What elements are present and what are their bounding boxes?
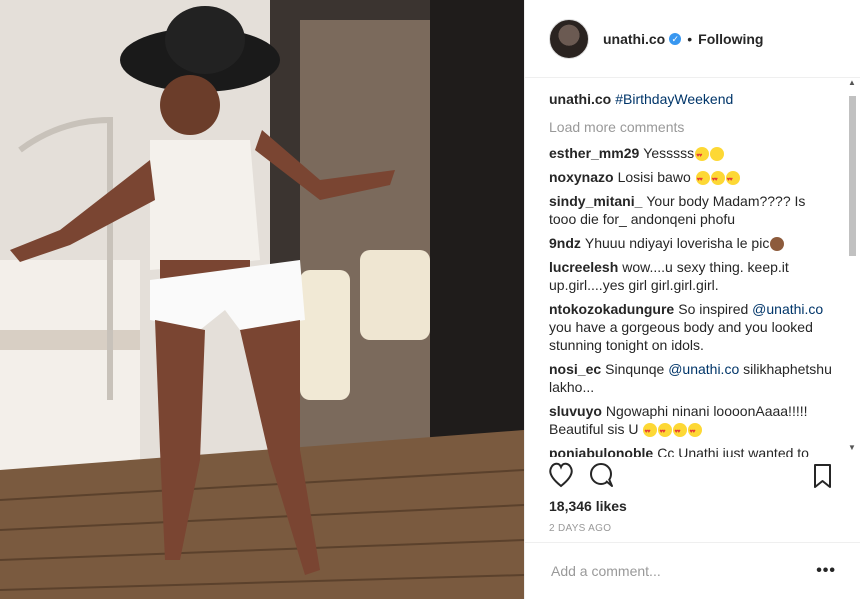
heart-eyes-emoji-icon xyxy=(695,171,710,189)
heart-eyes-emoji-icon xyxy=(658,423,673,441)
heart-eyes-emoji-icon xyxy=(710,171,725,189)
avatar[interactable] xyxy=(549,18,589,59)
comment-item: 9ndz Yhuuu ndiyayi loverisha le pic xyxy=(549,234,834,252)
comment-icon[interactable] xyxy=(590,463,613,487)
comments-list: unathi.co #BirthdayWeekend Load more comm… xyxy=(549,90,834,457)
comment-username[interactable]: sluvuyo xyxy=(549,403,602,419)
comments-scrollbar[interactable]: ▲ ▼ xyxy=(847,78,857,452)
likes-count[interactable]: 18,346 likes xyxy=(549,498,627,514)
comment-username[interactable]: nosi_ec xyxy=(549,361,601,377)
heart-eyes-emoji-icon xyxy=(725,171,740,189)
comment-username[interactable]: 9ndz xyxy=(549,235,581,251)
post-actions xyxy=(549,462,839,492)
comment-item: sindy_mitani_ Your body Madam???? Is tooo… xyxy=(549,192,834,228)
post-side-panel: unathi.co ✓ • Following unathi.co #Birthd… xyxy=(524,0,860,599)
load-more-comments-button[interactable]: Load more comments xyxy=(549,118,834,136)
heart-eyes-emoji-icon xyxy=(695,147,710,165)
comment-text: Cc Unathi just wanted to xyxy=(657,445,809,457)
scrollbar-thumb[interactable] xyxy=(849,96,856,256)
bookmark-icon[interactable] xyxy=(814,464,831,488)
caption-hashtag[interactable]: #BirthdayWeekend xyxy=(615,91,733,107)
photo-illustration xyxy=(0,0,524,599)
more-options-button[interactable]: ••• xyxy=(816,562,836,580)
post-photo[interactable] xyxy=(0,0,524,599)
post-header: unathi.co ✓ • Following xyxy=(525,0,860,78)
comment-mention[interactable]: @unathi.co xyxy=(668,361,739,377)
heart-eyes-emoji-icon xyxy=(688,423,703,441)
comment-username[interactable]: lucreelesh xyxy=(549,259,618,275)
comment-text-continued: you have a gorgeous body and you looked … xyxy=(549,319,813,353)
comment-item: nosi_ec Sinqunqe @unathi.co silikhaphetsh… xyxy=(549,360,834,396)
smile-emoji-icon xyxy=(710,147,725,162)
ok-hand-emoji-icon xyxy=(770,237,785,252)
comment-mention[interactable]: @unathi.co xyxy=(752,301,823,317)
comment-item: sluvuyo Ngowaphi ninani loooonAaaa!!!!! B… xyxy=(549,402,834,441)
post-username[interactable]: unathi.co xyxy=(603,31,665,47)
caption-username[interactable]: unathi.co xyxy=(549,91,611,107)
comment-username[interactable]: ponjabulonoble xyxy=(549,445,653,457)
scroll-up-arrow-icon[interactable]: ▲ xyxy=(847,78,857,87)
heart-eyes-emoji-icon xyxy=(673,423,688,441)
comment-item: noxynazo Losisi bawo xyxy=(549,168,834,189)
comment-text: Yhuuu ndiyayi loverisha le pic xyxy=(584,235,770,251)
separator-dot: • xyxy=(687,30,693,47)
comment-text: Losisi bawo xyxy=(617,169,691,185)
scroll-down-arrow-icon[interactable]: ▼ xyxy=(847,443,857,452)
comment-username[interactable]: esther_mm29 xyxy=(549,145,639,161)
comment-username[interactable]: ntokozokadungure xyxy=(549,301,674,317)
comment-username[interactable]: sindy_mitani_ xyxy=(549,193,642,209)
post-date[interactable]: 2 DAYS AGO xyxy=(549,523,611,534)
heart-icon[interactable] xyxy=(549,462,573,488)
heart-eyes-emoji-icon xyxy=(643,423,658,441)
comment-item: ponjabulonoble Cc Unathi just wanted to xyxy=(549,444,834,457)
caption: unathi.co #BirthdayWeekend xyxy=(549,90,834,108)
comment-username[interactable]: noxynazo xyxy=(549,169,614,185)
verified-badge-icon: ✓ xyxy=(669,32,682,45)
comment-text: Yesssss xyxy=(643,145,695,161)
comment-text: So inspired xyxy=(678,301,753,317)
instagram-post-modal: unathi.co ✓ • Following unathi.co #Birthd… xyxy=(0,0,860,599)
comment-item: esther_mm29 Yesssss xyxy=(549,144,834,165)
following-button[interactable]: Following xyxy=(698,31,763,47)
add-comment-input[interactable] xyxy=(549,561,803,580)
add-comment-bar: ••• xyxy=(525,542,860,598)
comment-text: Sinqunqe xyxy=(605,361,669,377)
comment-item: ntokozokadungure So inspired @unathi.co y… xyxy=(549,300,834,354)
comment-item: lucreelesh wow....u sexy thing. keep.it u… xyxy=(549,258,834,294)
